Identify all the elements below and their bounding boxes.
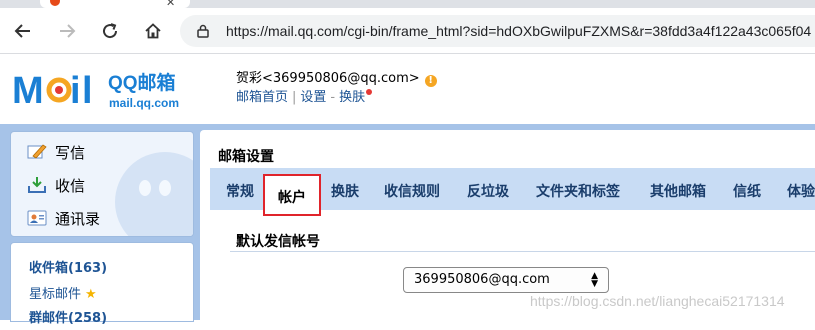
lock-icon[interactable] [196,24,210,38]
folder-starred[interactable]: 星标邮件 ★ [29,283,97,302]
change-skin-link[interactable]: 换肤 [339,90,365,105]
user-account-line: 贺彩<369950806@qq.com>! [236,67,437,87]
svg-text:mail.qq.com: mail.qq.com [109,96,179,110]
compose-label: 写信 [55,143,86,162]
header-links: 邮箱首页 | 设置 - 换肤 [236,86,373,105]
tab-account-label: 帐户 [278,190,306,206]
mail-header: M i l QQ邮箱 mail.qq.com 贺彩<369950806@qq.c… [0,55,815,125]
penguin-watermark-icon [115,152,193,236]
tab-account[interactable]: 帐户 [263,174,321,216]
url-text[interactable]: https://mail.qq.com/cgi-bin/frame_html?s… [226,23,811,39]
svg-text:l: l [82,70,93,112]
tab-rules[interactable]: 收信规则 [384,181,440,201]
tab-skin[interactable]: 换肤 [331,181,359,201]
contacts-icon [27,209,47,227]
page-title: 邮箱设置 [218,149,274,165]
back-button[interactable] [10,18,36,44]
sidebar-actions: 写信 收信 通讯录 [10,131,194,237]
section-divider [230,251,815,252]
pencil-icon [27,143,47,161]
tab-experience[interactable]: 体验 [787,181,815,201]
tab-stationery[interactable]: 信纸 [733,181,761,201]
receive-label: 收信 [55,176,86,195]
compose-button[interactable]: 写信 [27,140,85,164]
svg-text:i: i [70,70,81,112]
sidebar-folders: 收件箱(163) 星标邮件 ★ 群邮件(258) [10,242,194,326]
svg-text:QQ邮箱: QQ邮箱 [108,71,176,94]
section-title: 默认发信帐号 [236,234,320,250]
notification-dot-icon [366,89,373,95]
folder-group-mail[interactable]: 群邮件(258) [29,307,107,326]
tab-folders-labels[interactable]: 文件夹和标签 [536,181,620,201]
tab-antispam[interactable]: 反垃圾 [467,181,509,201]
default-sender-value: 369950806@qq.com [414,272,550,287]
star-icon: ★ [85,287,97,302]
favicon-icon [50,0,60,6]
default-sender-select[interactable]: 369950806@qq.com ▲ ▼ [403,267,609,293]
address-bar[interactable]: https://mail.qq.com/cgi-bin/frame_html?s… [180,15,815,47]
home-icon [145,23,161,39]
home-button[interactable] [140,18,166,44]
receive-button[interactable]: 收信 [27,173,85,197]
tab-general[interactable]: 常规 [226,181,254,201]
mailbox-home-link[interactable]: 邮箱首页 [236,90,288,105]
reload-button[interactable] [97,18,123,44]
browser-navbar: https://mail.qq.com/cgi-bin/frame_html?s… [0,8,815,54]
qq-mail-logo[interactable]: M i l QQ邮箱 mail.qq.com [12,65,217,113]
watermark-text: https://blog.csdn.net/lianghecai52171314 [530,293,785,309]
folder-starred-label: 星标邮件 [29,287,82,302]
contacts-label: 通讯录 [55,209,101,228]
user-name: 贺彩<369950806@qq.com> [236,71,420,86]
svg-text:M: M [12,70,44,112]
forward-arrow-icon [60,24,76,38]
browser-tab-strip: ✕ [0,0,815,9]
back-arrow-icon [14,24,30,38]
settings-link[interactable]: 设置 [300,90,326,105]
tab-other-mailboxes[interactable]: 其他邮箱 [650,181,706,201]
reload-icon [103,23,118,39]
select-arrows-icon: ▲ ▼ [591,271,598,289]
inbox-download-icon [27,176,47,194]
forward-button[interactable] [54,18,80,44]
warning-icon[interactable]: ! [424,75,437,87]
folder-inbox[interactable]: 收件箱(163) [29,257,107,276]
contacts-button[interactable]: 通讯录 [27,206,100,230]
browser-tab[interactable]: ✕ [40,0,190,9]
